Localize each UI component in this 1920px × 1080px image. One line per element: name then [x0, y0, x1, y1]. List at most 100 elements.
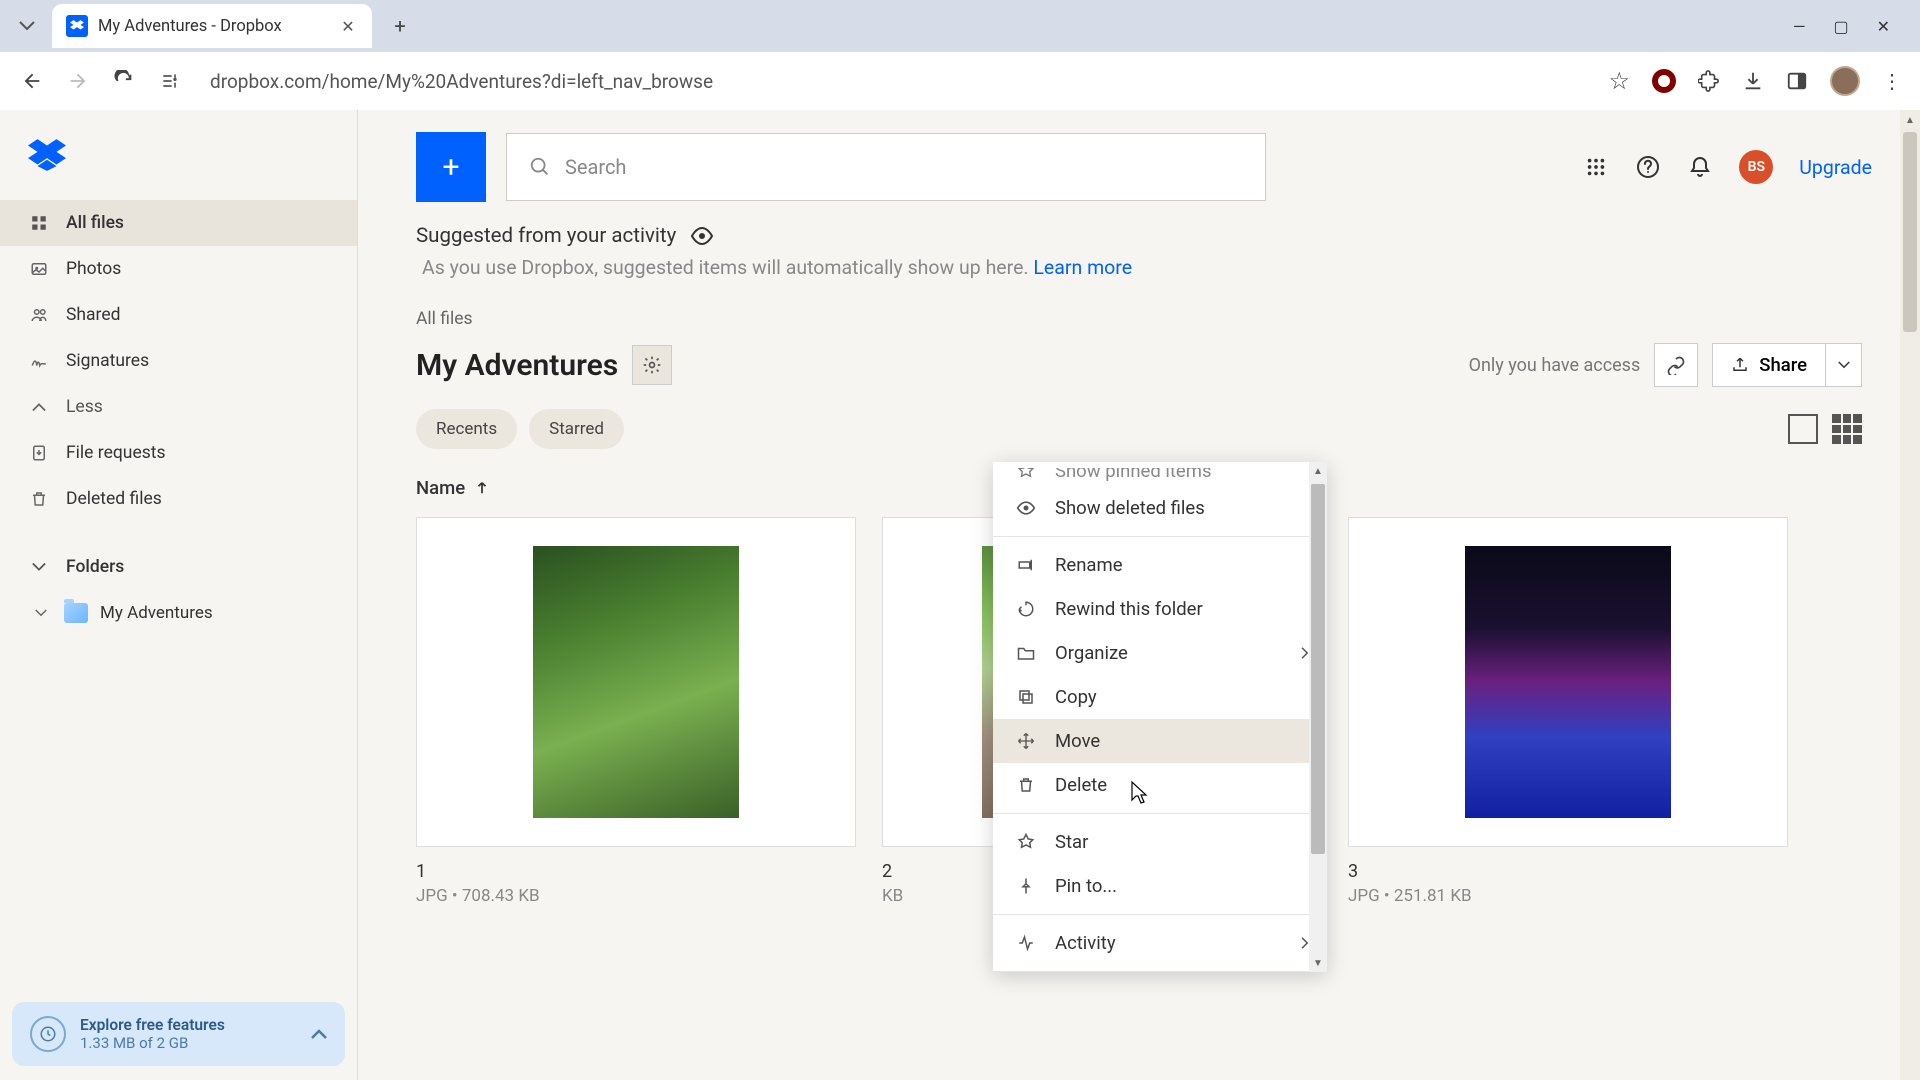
site-settings-icon[interactable]	[156, 67, 184, 95]
scroll-up-icon[interactable]: ▲	[1309, 462, 1327, 480]
ctx-activity[interactable]: Activity	[993, 921, 1327, 965]
ublock-icon[interactable]	[1652, 69, 1676, 93]
learn-more-link[interactable]: Learn more	[1033, 256, 1132, 279]
ctx-delete[interactable]: Delete	[993, 763, 1327, 807]
pin-icon	[1015, 468, 1037, 482]
share-icon	[1731, 356, 1749, 374]
folder-icon	[64, 603, 88, 623]
chevron-up-icon	[28, 396, 50, 418]
scroll-down-icon[interactable]: ▼	[1309, 954, 1327, 972]
sidebar: All files Photos Shared Signatures Less …	[0, 110, 358, 1080]
search-icon	[529, 156, 551, 178]
sidebar-item-shared[interactable]: Shared	[0, 292, 357, 338]
profile-avatar[interactable]	[1830, 66, 1860, 96]
sidebar-item-deleted-files[interactable]: Deleted files	[0, 476, 357, 522]
url-bar[interactable]: dropbox.com/home/My%20Adventures?di=left…	[202, 66, 1590, 97]
scroll-thumb[interactable]	[1903, 132, 1917, 332]
clock-icon	[30, 1016, 66, 1052]
tab-title: My Adventures - Dropbox	[98, 17, 338, 36]
suggested-subtitle: As you use Dropbox, suggested items will…	[416, 256, 1862, 279]
tab-close-icon[interactable]: ✕	[338, 16, 358, 36]
notifications-icon[interactable]	[1687, 154, 1713, 180]
bookmark-star-icon[interactable]: ☆	[1608, 67, 1630, 95]
folder-settings-button[interactable]	[632, 345, 672, 385]
ctx-pin-to[interactable]: Pin to...	[993, 864, 1327, 908]
ctx-move[interactable]: Move	[993, 719, 1327, 763]
storage-usage: 1.33 MB of 2 GB	[80, 1034, 297, 1052]
maximize-icon[interactable]: ▢	[1833, 17, 1848, 36]
chevron-down-icon	[30, 602, 52, 624]
ctx-show-pinned[interactable]: Show pinned items	[993, 468, 1327, 486]
chevron-up-icon[interactable]	[311, 1029, 327, 1039]
new-tab-button[interactable]: +	[382, 8, 418, 44]
ctx-rewind[interactable]: Rewind this folder	[993, 587, 1327, 631]
chrome-menu-icon[interactable]: ⋮	[1882, 69, 1902, 93]
close-window-icon[interactable]: ✕	[1877, 17, 1890, 36]
scroll-thumb[interactable]	[1311, 484, 1325, 854]
eye-icon	[1015, 497, 1037, 519]
tabs-dropdown[interactable]	[10, 9, 44, 43]
link-icon	[1666, 355, 1686, 375]
dropbox-logo[interactable]	[0, 110, 357, 200]
context-menu-scrollbar[interactable]: ▲ ▼	[1309, 462, 1327, 972]
storage-upsell[interactable]: Explore free features 1.33 MB of 2 GB	[12, 1002, 345, 1066]
dropbox-favicon	[66, 15, 88, 37]
sidepanel-icon[interactable]	[1786, 70, 1808, 92]
file-card[interactable]: 1 JPG • 708.43 KB	[416, 517, 856, 906]
sidebar-item-all-files[interactable]: All files	[0, 200, 357, 246]
sidebar-label: Photos	[66, 259, 121, 279]
back-button[interactable]	[18, 67, 46, 95]
file-name: 3	[1348, 861, 1788, 882]
ctx-copy[interactable]: Copy	[993, 675, 1327, 719]
share-dropdown[interactable]	[1826, 343, 1862, 387]
rewind-icon	[1015, 598, 1037, 620]
file-card[interactable]: 3 JPG • 251.81 KB	[1348, 517, 1788, 906]
access-text: Only you have access	[1469, 355, 1641, 376]
file-meta: JPG • 708.43 KB	[416, 886, 856, 906]
sort-asc-icon	[475, 481, 489, 495]
browser-tab[interactable]: My Adventures - Dropbox ✕	[52, 4, 372, 48]
help-icon[interactable]	[1635, 154, 1661, 180]
sidebar-item-signatures[interactable]: Signatures	[0, 338, 357, 384]
search-input[interactable]: Search	[506, 133, 1266, 201]
reload-button[interactable]	[110, 67, 138, 95]
copy-icon	[1015, 686, 1037, 708]
grid-view-button[interactable]	[1832, 414, 1862, 444]
main-scrollbar[interactable]: ▲	[1900, 110, 1920, 1080]
ctx-rename[interactable]: Rename	[993, 543, 1327, 587]
chevron-down-icon	[28, 556, 50, 578]
upgrade-link[interactable]: Upgrade	[1799, 156, 1872, 179]
file-name: 1	[416, 861, 856, 882]
move-icon	[1015, 730, 1037, 752]
sidebar-item-file-requests[interactable]: File requests	[0, 430, 357, 476]
ctx-star[interactable]: Star	[993, 820, 1327, 864]
star-icon	[1015, 831, 1037, 853]
file-meta: JPG • 251.81 KB	[1348, 886, 1788, 906]
list-view-button[interactable]	[1788, 414, 1818, 444]
filter-recents[interactable]: Recents	[416, 409, 517, 449]
minimize-icon[interactable]: —	[1793, 17, 1806, 36]
sidebar-folder-my-adventures[interactable]: My Adventures	[0, 592, 357, 634]
downloads-icon[interactable]	[1742, 70, 1764, 92]
sidebar-less-toggle[interactable]: Less	[0, 384, 357, 430]
ctx-organize[interactable]: Organize	[993, 631, 1327, 675]
folder-name: My Adventures	[100, 603, 213, 623]
sidebar-item-photos[interactable]: Photos	[0, 246, 357, 292]
file-requests-icon	[28, 442, 50, 464]
folder-icon	[1015, 642, 1037, 664]
ctx-show-deleted[interactable]: Show deleted files	[993, 486, 1327, 530]
account-avatar[interactable]: BS	[1739, 150, 1773, 184]
copy-link-button[interactable]	[1654, 343, 1698, 387]
forward-button[interactable]	[64, 67, 92, 95]
sidebar-folders-section[interactable]: Folders	[0, 542, 357, 592]
storage-title: Explore free features	[80, 1016, 297, 1034]
less-label: Less	[66, 397, 103, 417]
folders-label: Folders	[66, 557, 124, 577]
share-button[interactable]: Share	[1712, 343, 1826, 387]
filter-starred[interactable]: Starred	[529, 409, 624, 449]
extensions-icon[interactable]	[1698, 70, 1720, 92]
apps-grid-icon[interactable]	[1583, 154, 1609, 180]
eye-icon[interactable]	[690, 227, 714, 245]
create-button[interactable]: +	[416, 132, 486, 202]
breadcrumb[interactable]: All files	[416, 309, 1862, 329]
